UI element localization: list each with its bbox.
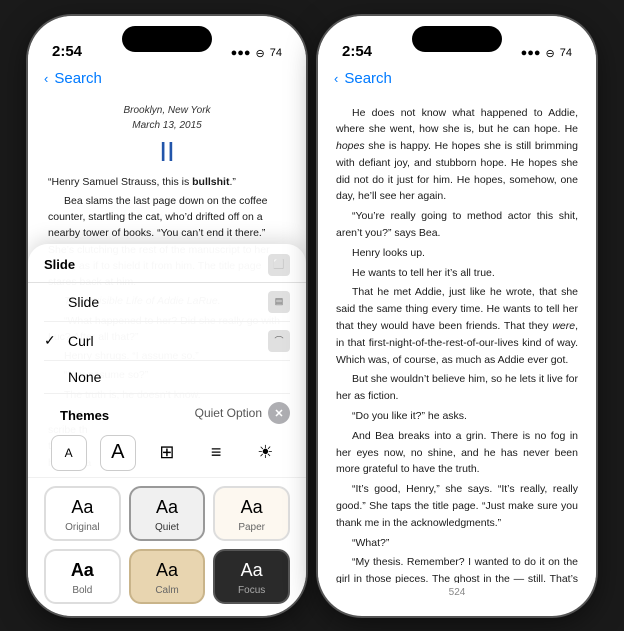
right-phone: 2:54 ●●● ⊖ 74 ‹ Search He does not know … (318, 16, 596, 616)
font-controls: A A ⊞ ≡ ☀ (28, 429, 306, 478)
transition-none[interactable]: None (44, 361, 290, 394)
theme-quiet[interactable]: Aa Quiet (129, 486, 206, 541)
page-number: 524 (318, 583, 596, 602)
text-align-icon[interactable]: ≡ (198, 435, 234, 471)
theme-quiet-label: Aa (156, 498, 178, 516)
none-label: None (68, 369, 101, 385)
wifi-icon: ⊖ (256, 47, 265, 60)
rp-5: That he met Addie, just like he wrote, t… (336, 284, 578, 368)
status-icons-left: ●●● ⊖ 74 (231, 47, 282, 60)
theme-grid: Aa Original Aa Quiet Aa Paper Aa Bold Aa (28, 478, 306, 616)
slide-icon-right: ▤ (268, 291, 290, 313)
transition-slide[interactable]: Slide ▤ (44, 283, 290, 322)
wifi-icon-right: ⊖ (546, 47, 555, 60)
back-chevron-icon-right: ‹ (334, 71, 338, 86)
font-style-icon[interactable]: ⊞ (149, 435, 185, 471)
rp-7: “Do you like it?” he asks. (336, 408, 578, 425)
signal-icon: ●●● (231, 47, 251, 59)
search-bar-left[interactable]: ‹ Search (28, 66, 306, 93)
time-right: 2:54 (342, 43, 372, 60)
rp-3: Henry looks up. (336, 245, 578, 262)
theme-calm[interactable]: Aa Calm (129, 549, 206, 604)
slide-label: Slide (68, 294, 99, 310)
theme-paper[interactable]: Aa Paper (213, 486, 290, 541)
quiet-option-label: Quiet Option (195, 406, 262, 420)
panel-close-button[interactable]: ✕ (268, 402, 290, 424)
theme-paper-label: Aa (241, 498, 263, 516)
font-increase-button[interactable]: A (100, 435, 136, 471)
back-chevron-icon: ‹ (44, 71, 48, 86)
rp-9: “It’s good, Henry,” she says. “It’s real… (336, 481, 578, 531)
theme-bold[interactable]: Aa Bold (44, 549, 121, 604)
theme-original-name: Original (65, 522, 99, 533)
book-location: Brooklyn, New YorkMarch 13, 2015 (48, 103, 286, 134)
search-label-left[interactable]: Search (54, 70, 102, 87)
theme-bold-label: Aa (71, 561, 94, 579)
theme-calm-label: Aa (156, 561, 178, 579)
rp-2: “You’re really going to method actor thi… (336, 208, 578, 242)
chapter-number: II (48, 138, 286, 166)
theme-focus-label: Aa (241, 561, 263, 579)
font-decrease-button[interactable]: A (51, 435, 87, 471)
rp-10: “What?” (336, 535, 578, 552)
dynamic-island-right (412, 26, 502, 52)
curl-checkmark: ✓ (44, 332, 60, 349)
signal-icon-right: ●●● (521, 47, 541, 59)
theme-paper-name: Paper (238, 522, 265, 533)
para-1: “Henry Samuel Strauss, this is bullshit.… (48, 174, 286, 190)
rp-11: “My thesis. Remember? I wanted to do it … (336, 554, 578, 582)
theme-original[interactable]: Aa Original (44, 486, 121, 541)
transition-options: Slide ▤ ✓ Curl ⌒ None (28, 283, 306, 394)
curl-icon-right: ⌒ (268, 330, 290, 352)
panel-title: Slide (44, 257, 75, 272)
transition-curl[interactable]: ✓ Curl ⌒ (44, 322, 290, 361)
themes-label: Themes (44, 400, 125, 427)
time-left: 2:54 (52, 43, 82, 60)
theme-bold-name: Bold (72, 585, 92, 596)
right-book-content: He does not know what happened to Addie,… (318, 93, 596, 583)
rp-4: He wants to tell her it’s all true. (336, 265, 578, 282)
overlay-panel: Slide ⬜ Slide ▤ ✓ Curl (28, 244, 306, 616)
dynamic-island (122, 26, 212, 52)
battery-icon: 74 (270, 47, 282, 59)
rp-1: He does not know what happened to Addie,… (336, 105, 578, 206)
theme-original-label: Aa (71, 498, 93, 516)
rp-6: But she wouldn’t believe him, so he lets… (336, 371, 578, 405)
rp-8: And Bea breaks into a grin. There is no … (336, 428, 578, 478)
search-bar-right[interactable]: ‹ Search (318, 66, 596, 93)
theme-focus-name: Focus (238, 585, 265, 596)
left-phone: 2:54 ●●● ⊖ 74 ‹ Search Brooklyn, New Yor… (28, 16, 306, 616)
battery-icon-right: 74 (560, 47, 572, 59)
panel-header: Slide ⬜ (28, 254, 306, 283)
slide-icon: ⬜ (268, 254, 290, 276)
theme-quiet-name: Quiet (155, 522, 179, 533)
theme-calm-name: Calm (155, 585, 178, 596)
theme-focus[interactable]: Aa Focus (213, 549, 290, 604)
status-icons-right: ●●● ⊖ 74 (521, 47, 572, 60)
brightness-icon[interactable]: ☀ (247, 435, 283, 471)
curl-label: Curl (68, 333, 94, 349)
search-label-right[interactable]: Search (344, 70, 392, 87)
